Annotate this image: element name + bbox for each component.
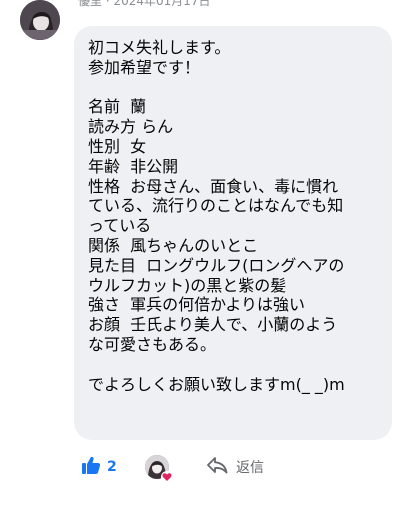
reply-button[interactable]: 返信 [206, 456, 264, 478]
like-button[interactable]: 2 [81, 456, 117, 478]
comment-line: 強さ 軍兵の何倍かよりは強い [88, 295, 306, 315]
comment-line: 名前 蘭 [88, 97, 147, 117]
comment-line [88, 78, 382, 98]
comment-line: ウルフカット)の黒と紫の髪 [88, 275, 287, 295]
author-avatar[interactable] [20, 0, 60, 40]
comment-line: 見た目 ロングウルフ(ロングヘアの [88, 255, 345, 275]
comment-line: 参加希望です！ [88, 57, 201, 77]
comment-line [88, 355, 382, 375]
comment-line: ている、流行りのことはなんでも知 [88, 196, 344, 216]
comment-actions: 2 返信 [0, 452, 409, 486]
comment-screen: 優里 · 2024年01月17日 初コメ失礼します。 参加希望です！ 名前 蘭読み方… [0, 0, 409, 512]
reactor[interactable] [145, 455, 173, 483]
comment-line: 性格 お母さん、面食い、毒に慣れ [88, 176, 339, 196]
comment-line: お顔 壬氏より美人で、小蘭のよう [88, 315, 338, 335]
comment-line: 初コメ失礼します。 [88, 38, 231, 57]
comment-line: でよろしくお願い致しますm(_ _)m [88, 374, 345, 394]
comment-line: 読み方 らん [88, 117, 174, 137]
comment-line: な可愛さもある。 [88, 334, 217, 354]
comment-meta: 優里 · 2024年01月17日 [78, 0, 211, 8]
reply-label: 返信 [236, 460, 264, 476]
comment-line: 性別 女 [88, 136, 147, 156]
thumbs-up-icon [81, 455, 101, 479]
comment-line: 年齢 非公開 [88, 156, 179, 176]
reply-arrow-icon [206, 456, 228, 478]
heart-icon [161, 471, 173, 483]
comment-text: 初コメ失礼します。 参加希望です！ 名前 蘭読み方 らん 性別 女年齢 非公開 性格 お… [88, 38, 382, 394]
like-count: 2 [107, 459, 117, 475]
comment-bubble: 初コメ失礼します。 参加希望です！ 名前 蘭読み方 らん 性別 女年齢 非公開 性格 お… [74, 26, 392, 440]
comment-line: っている [88, 216, 152, 236]
comment-line: 関係 風ちゃんのいとこ [88, 235, 259, 255]
